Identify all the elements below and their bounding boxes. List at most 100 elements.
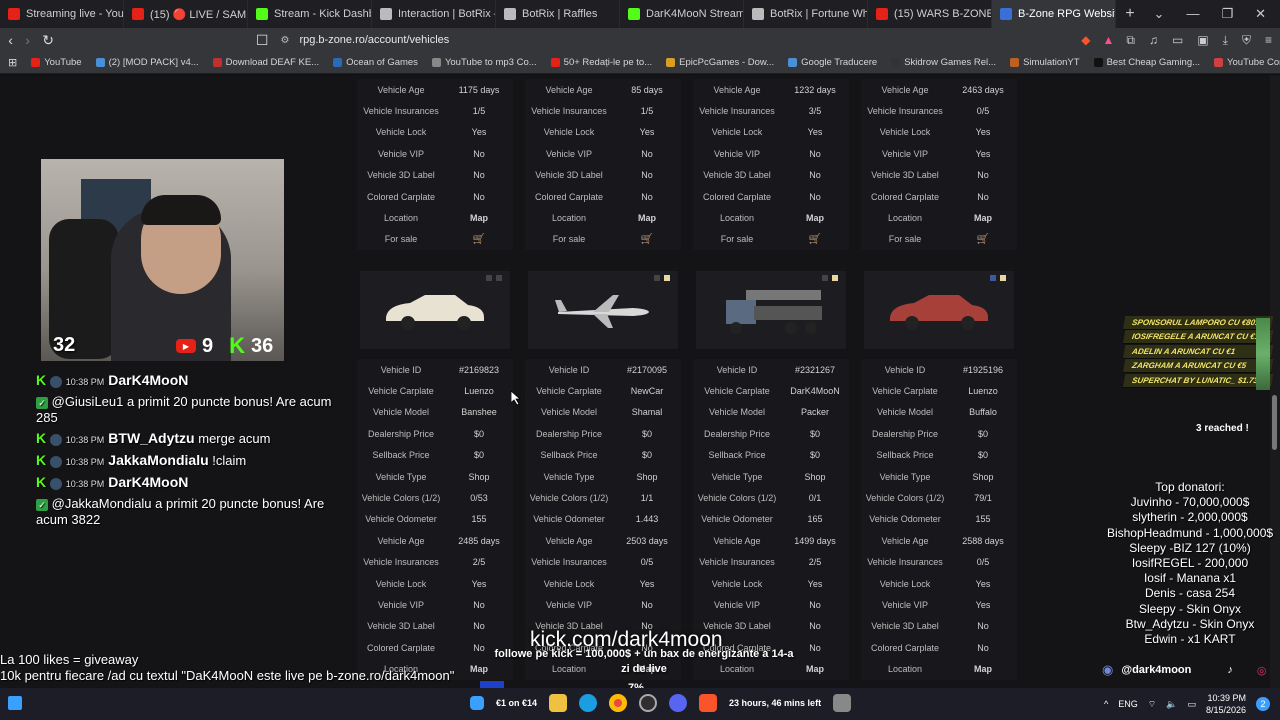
- chat-user[interactable]: DarK4MooN: [108, 474, 188, 490]
- browser-tab[interactable]: (15) 🔴 LIVE / SAMP / RE: [124, 0, 248, 28]
- close-window-icon[interactable]: ✕: [1255, 6, 1266, 22]
- bookmark-item[interactable]: Download DEAF KE...: [212, 57, 319, 68]
- windows-start-icon[interactable]: [470, 696, 484, 710]
- vehicle-card: Vehicle Age 85 days Vehicle Insurances 1/5 V…: [525, 79, 681, 251]
- bookmark-item[interactable]: EpicPcGames - Dow...: [666, 57, 774, 68]
- attr-label: Vehicle Age: [377, 84, 425, 95]
- wallet-icon[interactable]: ▣: [1197, 33, 1208, 48]
- browser-tab[interactable]: (15) WARS B-ZONE, HAM: [868, 0, 992, 28]
- bookmark-item[interactable]: Ocean of Games: [333, 57, 418, 68]
- bookmark-item[interactable]: YouTube: [31, 57, 82, 68]
- browser-tab[interactable]: BotRix | Raffles: [496, 0, 620, 28]
- tab-title: (15) WARS B-ZONE, HAM: [894, 8, 991, 20]
- bookmark-item[interactable]: (2) [MOD PACK] v4...: [95, 57, 199, 68]
- vpn-icon[interactable]: ⛨: [1242, 33, 1251, 48]
- discord-app-icon[interactable]: [669, 694, 688, 712]
- attr-label: Vehicle Lock: [375, 578, 427, 589]
- chrome-icon[interactable]: [609, 694, 628, 712]
- map-button[interactable]: Map: [949, 213, 1017, 223]
- color-swatch: [496, 275, 502, 281]
- attr-value: No: [977, 170, 989, 181]
- sidebar-icon[interactable]: ▭: [1172, 33, 1183, 48]
- browser-tab[interactable]: Interaction | BotRix — Cl: [372, 0, 496, 28]
- attr-label: Vehicle ID: [380, 364, 422, 375]
- vehicle-image[interactable]: [696, 271, 846, 349]
- media-icon[interactable]: ♫: [1149, 33, 1158, 48]
- tab-favicon-icon: [628, 8, 640, 20]
- notification-badge[interactable]: 2: [1256, 697, 1270, 711]
- browser-tab[interactable]: Streaming live - YouTube: [0, 0, 124, 28]
- map-button[interactable]: Map: [613, 213, 681, 223]
- site-info-icon[interactable]: ⚙: [280, 35, 289, 46]
- brave-shield-icon[interactable]: ◆: [1081, 33, 1090, 47]
- url-field[interactable]: ⚙ rpg.b-zone.ro/account/vehicles: [280, 34, 449, 46]
- obs-icon[interactable]: [639, 694, 658, 712]
- chat-user[interactable]: BTW_Adytzu: [108, 430, 194, 446]
- vehicle-attr-row: Vehicle VIP No: [357, 143, 513, 164]
- browser-tab[interactable]: B-Zone RPG Website✕: [992, 0, 1116, 28]
- bookmark-item[interactable]: YouTube Converter...: [1214, 57, 1280, 68]
- forward-icon[interactable]: ›: [25, 32, 30, 48]
- vehicle-card: Vehicle Age 1175 days Vehicle Insurances 1/…: [357, 79, 513, 251]
- reload-icon[interactable]: ↻: [42, 32, 54, 49]
- rewards-icon[interactable]: ▲: [1103, 33, 1115, 47]
- download-icon[interactable]: ⤓: [1223, 33, 1228, 48]
- bookmark-item[interactable]: SimulationYT: [1010, 57, 1080, 68]
- bookmark-label: YouTube Converter...: [1227, 57, 1280, 68]
- attr-value: No: [977, 642, 989, 653]
- menu-icon[interactable]: ≡: [1265, 33, 1272, 48]
- extensions-icon[interactable]: ⧉: [1126, 33, 1135, 48]
- cart-icon[interactable]: 🛒: [445, 234, 513, 245]
- tab-search-icon[interactable]: ⌄: [1154, 6, 1165, 22]
- apps-icon[interactable]: ⊞: [8, 56, 17, 69]
- clock[interactable]: 10:39 PM 8/15/2026: [1206, 692, 1246, 716]
- browser-tab[interactable]: DarK4MooN Stream - Wa: [620, 0, 744, 28]
- donation-item: SPONSORUL LAMPORO CU €801: [1122, 316, 1274, 331]
- vehicle-attr-row: For sale 🛒: [525, 229, 681, 250]
- bookmark-item[interactable]: Skidrow Games Rel...: [891, 57, 996, 68]
- browser-tab[interactable]: BotRix | Fortune Wheel W: [744, 0, 868, 28]
- vehicle-image[interactable]: [864, 271, 1014, 349]
- edge-icon[interactable]: [579, 694, 598, 712]
- bookmark-item[interactable]: Best Cheap Gaming...: [1093, 57, 1200, 68]
- file-explorer-icon[interactable]: [549, 694, 568, 712]
- donation-feed: SPONSORUL LAMPORO CU €801 IOSIFREGELE A A…: [1122, 316, 1274, 388]
- minimize-icon[interactable]: —: [1186, 6, 1199, 22]
- vehicle-attr-row: Vehicle 3D Label No: [861, 616, 1017, 637]
- top-donors: Top donatori: Juvinho - 70,000,000$ slyth…: [1100, 480, 1280, 647]
- vehicle-image[interactable]: [528, 271, 678, 349]
- bookmark-item[interactable]: YouTube to mp3 Co...: [431, 57, 537, 68]
- battery-icon[interactable]: ▭: [1187, 699, 1196, 710]
- attr-label: Vehicle VIP: [881, 599, 929, 610]
- widgets-icon[interactable]: [8, 696, 22, 710]
- tray-chevron-icon[interactable]: ^: [1104, 699, 1108, 709]
- attr-label: Colored Carplate: [534, 191, 604, 202]
- new-tab-button[interactable]: +: [1116, 5, 1144, 23]
- app-icon[interactable]: [833, 694, 852, 712]
- stream-info-text: La 100 likes = giveaway 10k pentru fieca…: [0, 652, 454, 684]
- browser-tab[interactable]: Stream - Kick Dashboard: [248, 0, 372, 28]
- network-icon[interactable]: ⌔: [1148, 699, 1156, 710]
- cart-icon[interactable]: 🛒: [613, 234, 681, 245]
- maximize-icon[interactable]: ❐: [1221, 6, 1233, 22]
- attr-label: Vehicle Age: [881, 84, 929, 95]
- bookmark-item[interactable]: 50+ Redați-le pe to...: [550, 57, 652, 68]
- map-button[interactable]: Map: [445, 213, 513, 223]
- volume-icon[interactable]: 🔈: [1166, 699, 1177, 710]
- chat-user[interactable]: JakkaMondialu: [108, 452, 208, 468]
- cart-icon[interactable]: 🛒: [949, 234, 1017, 245]
- back-icon[interactable]: ‹: [8, 32, 13, 48]
- vehicle-attr-row: Vehicle Age 2463 days: [861, 79, 1017, 100]
- map-button[interactable]: Map: [781, 213, 849, 223]
- cart-icon[interactable]: 🛒: [781, 234, 849, 245]
- vehicle-image[interactable]: [360, 271, 510, 349]
- bookmark-icon[interactable]: ☐: [256, 32, 269, 49]
- bookmark-favicon-icon: [550, 58, 560, 67]
- discord-icon: ◉: [1102, 662, 1114, 677]
- brave-icon[interactable]: [699, 694, 718, 712]
- language-indicator[interactable]: ENG: [1118, 699, 1138, 709]
- chat-user[interactable]: DarK4MooN: [108, 372, 188, 388]
- scrollbar-thumb[interactable]: [1272, 395, 1277, 450]
- bookmark-item[interactable]: Google Traducere: [788, 57, 877, 68]
- map-button[interactable]: Map: [949, 664, 1017, 674]
